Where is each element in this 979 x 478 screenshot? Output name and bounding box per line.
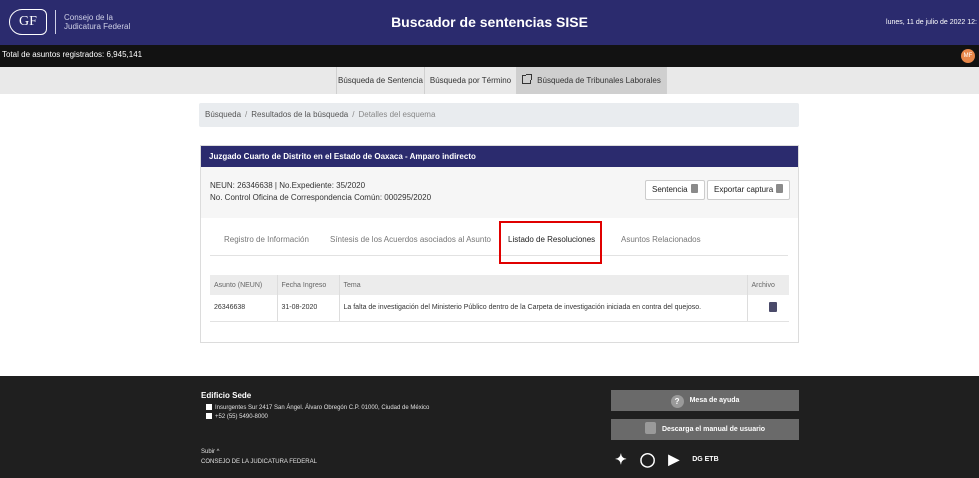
footer: Edificio Sede Insurgentes Sur 2417 San Á… (0, 376, 979, 478)
exportar-label: Exportar captura (714, 185, 774, 194)
nav-tab-label: Búsqueda de Tribunales Laborales (537, 76, 661, 85)
tab-sintesis[interactable]: Síntesis de los Acuerdos asociados al As… (330, 235, 491, 244)
case-control: No. Control Oficina de Correspondencia C… (210, 193, 432, 202)
tab-registro[interactable]: Registro de Información (224, 235, 309, 244)
book-icon (644, 422, 656, 434)
case-card: Juzgado Cuarto de Distrito en el Estado … (200, 145, 799, 343)
cell-tema: La falta de investigación del Ministerio… (339, 295, 748, 322)
case-title: Juzgado Cuarto de Distrito en el Estado … (201, 146, 798, 167)
app-title: Buscador de sentencias SISE (391, 14, 588, 30)
sentencia-label: Sentencia (652, 185, 688, 194)
footer-address-text: Insurgentes Sur 2417 San Ángel. Álvaro O… (215, 405, 430, 411)
help-label: Mesa de ayuda (689, 397, 740, 404)
breadcrumb-current: Detalles del esquema (358, 110, 436, 119)
manual-button[interactable]: Descarga el manual de usuario (611, 419, 799, 440)
table-row: 26346638 31-08-2020 La falta de investig… (210, 295, 789, 322)
breadcrumb-sep: / (352, 110, 355, 119)
help-icon: ? (670, 395, 684, 408)
footer-address: Insurgentes Sur 2417 San Ángel. Álvaro O… (206, 404, 429, 411)
col-asunto: Asunto (NEUN) (210, 275, 278, 295)
footer-title: Edificio Sede (201, 391, 252, 400)
table-header-row: Asunto (NEUN) Fecha Ingreso Tema Archivo (210, 275, 789, 295)
footer-org: CONSEJO DE LA JUDICATURA FEDERAL (201, 459, 317, 465)
col-tema: Tema (339, 275, 748, 295)
phone-icon (206, 413, 212, 419)
cell-archivo (747, 295, 789, 322)
app-header: GF Consejo de la Judicatura Federal Busc… (0, 0, 979, 45)
dg-etb-icon[interactable]: DG ETB (692, 456, 718, 463)
total-bar: Total de asuntos registrados: 6,945,141 … (0, 45, 979, 67)
twitter-icon[interactable]: ✦ (615, 451, 627, 468)
nav-tab-sentencia[interactable]: Búsqueda de Sentencia (336, 67, 425, 94)
exportar-button[interactable]: Exportar captura (707, 180, 791, 200)
highlight-box (499, 221, 602, 264)
home-icon (206, 404, 212, 410)
case-neun: NEUN: 26346638 | No.Expediente: 35/2020 (210, 181, 366, 190)
case-info: NEUN: 26346638 | No.Expediente: 35/2020 … (201, 167, 798, 218)
cell-fecha: 31-08-2020 (277, 295, 340, 322)
col-archivo: Archivo (747, 275, 789, 295)
social-links: ✦ ◯ ▶ DG ETB (615, 451, 719, 468)
sentencia-button[interactable]: Sentencia (645, 180, 705, 200)
cell-asunto: 26346638 (210, 295, 278, 322)
search-nav: Búsqueda de Sentencia Búsqueda por Térmi… (0, 67, 979, 94)
export-icon (776, 184, 784, 193)
breadcrumb: Búsqueda / Resultados de la búsqueda / Detal… (199, 103, 799, 127)
resoluciones-table: Asunto (NEUN) Fecha Ingreso Tema Archivo… (210, 275, 789, 322)
tab-asuntos-relacionados[interactable]: Asuntos Relacionados (621, 235, 701, 244)
col-fecha: Fecha Ingreso (277, 275, 340, 295)
breadcrumb-busqueda[interactable]: Búsqueda (205, 110, 241, 119)
file-icon[interactable] (768, 301, 777, 312)
footer-phone-text: +52 (55) 5490-8000 (215, 414, 268, 420)
total-records: Total de asuntos registrados: 6,945,141 (2, 50, 143, 59)
nav-tab-termino[interactable]: Búsqueda por Término (425, 67, 517, 94)
manual-label: Descarga el manual de usuario (661, 426, 766, 433)
breadcrumb-sep: / (245, 110, 248, 119)
breadcrumb-resultados[interactable]: Resultados de la búsqueda (251, 110, 348, 119)
current-date: lunes, 11 de julio de 2022 12: (886, 19, 977, 26)
nav-tab-tribunales-laborales[interactable]: Búsqueda de Tribunales Laborales (517, 67, 667, 94)
document-icon (690, 184, 698, 193)
instagram-icon[interactable]: ◯ (640, 451, 656, 468)
subir-link[interactable]: Subir ^ (201, 449, 220, 455)
footer-phone: +52 (55) 5490-8000 (206, 413, 268, 420)
youtube-icon[interactable]: ▶ (668, 451, 679, 468)
help-button[interactable]: ? Mesa de ayuda (611, 390, 799, 411)
external-link-icon (522, 74, 533, 84)
user-avatar[interactable]: MF (961, 49, 975, 63)
